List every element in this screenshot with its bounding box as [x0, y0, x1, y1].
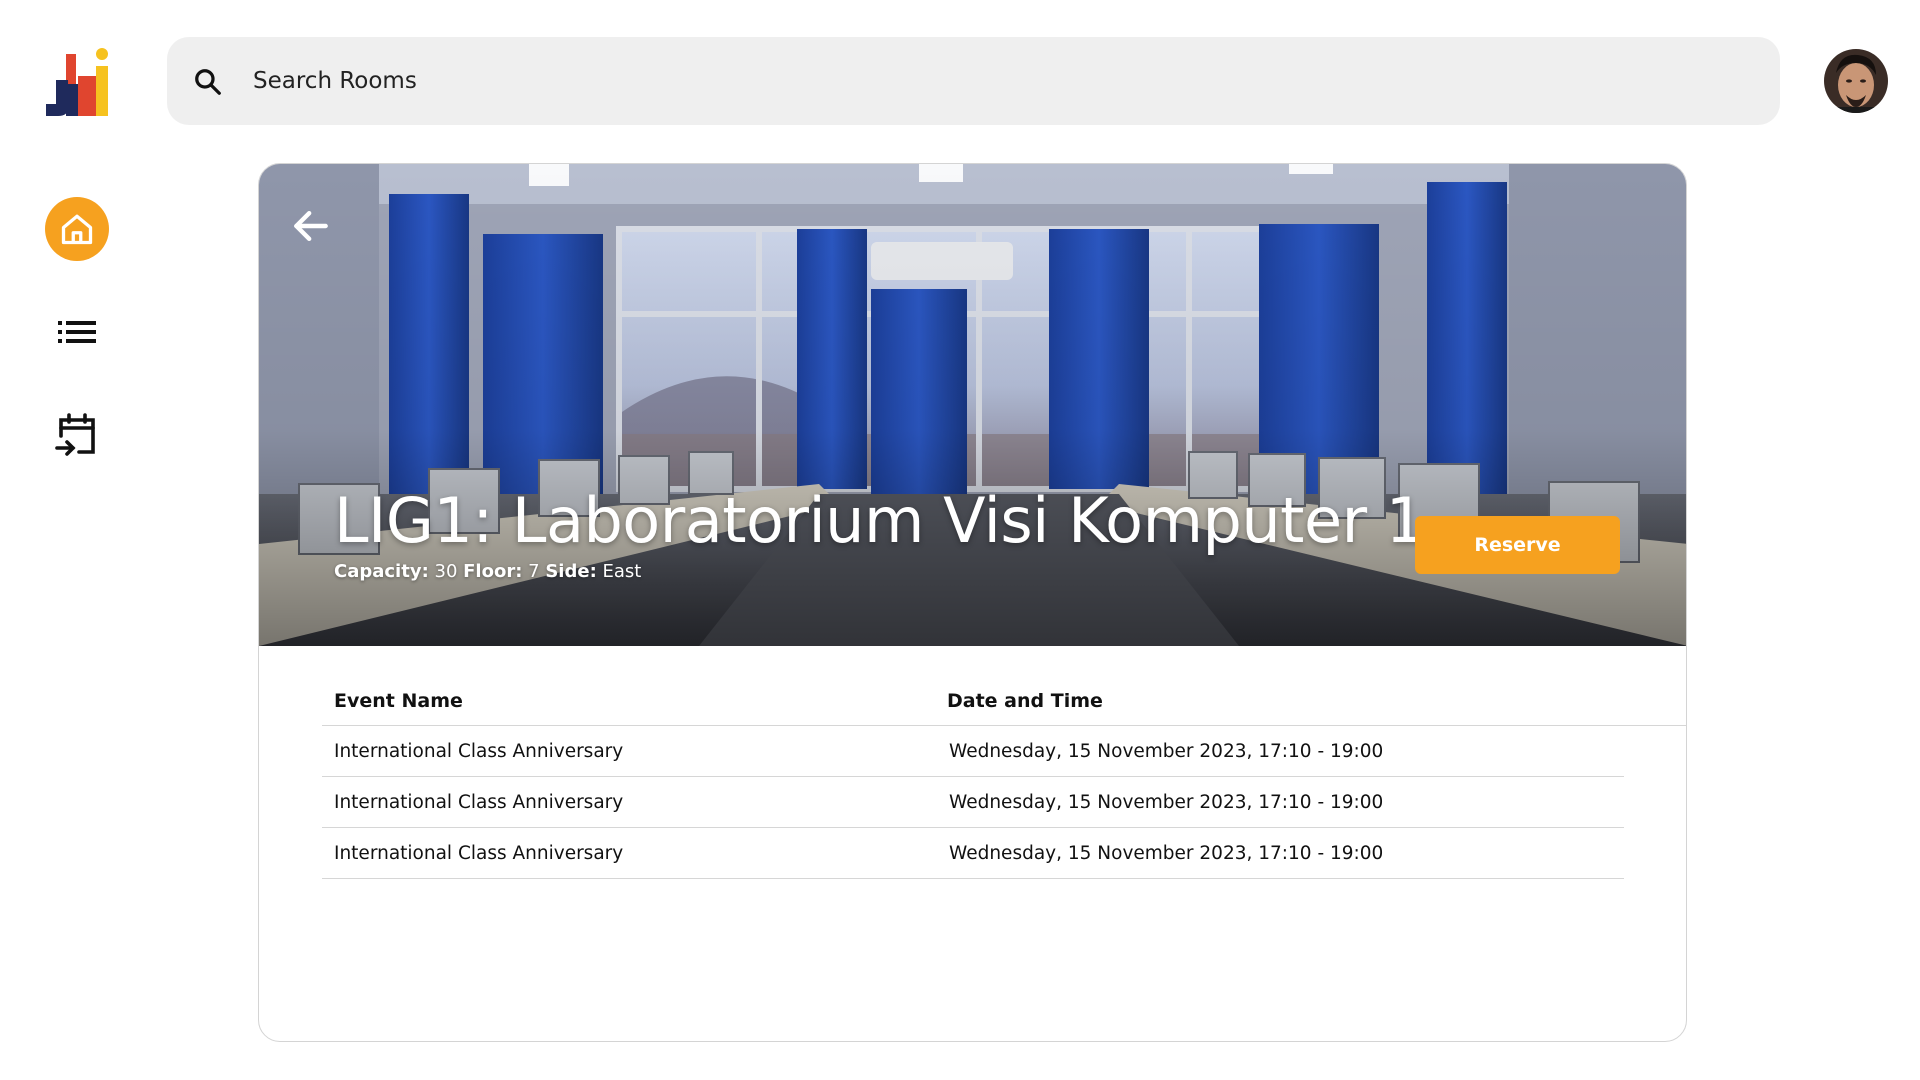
back-arrow-icon[interactable] — [289, 204, 333, 248]
home-icon — [61, 214, 93, 245]
table-row[interactable]: International Class Anniversary Wednesda… — [322, 777, 1624, 828]
avatar[interactable] — [1824, 49, 1888, 113]
capacity-label: Capacity: — [334, 561, 429, 582]
event-date-cell: Wednesday, 15 November 2023, 17:10 - 19:… — [949, 842, 1384, 864]
event-date-cell: Wednesday, 15 November 2023, 17:10 - 19:… — [949, 740, 1384, 762]
column-header-event-name: Event Name — [334, 689, 463, 712]
floor-label: Floor: — [463, 561, 523, 582]
event-name-cell: International Class Anniversary — [334, 740, 624, 762]
event-name-cell: International Class Anniversary — [334, 791, 624, 813]
side-value: East — [602, 561, 642, 582]
list-icon — [58, 321, 96, 343]
floor-value: 7 — [528, 561, 540, 582]
app-logo[interactable] — [44, 48, 110, 116]
events-table: Event Name Date and Time International C… — [322, 676, 1686, 879]
side-label: Side: — [545, 561, 597, 582]
events-table-header: Event Name Date and Time — [322, 676, 1686, 726]
room-title: LIG1: Laboratorium Visi Komputer 1 — [334, 484, 1425, 557]
column-header-date-time: Date and Time — [947, 689, 1103, 712]
nav-reservations-button[interactable] — [50, 408, 104, 462]
room-meta: Capacity: 30 Floor: 7 Side: East — [334, 561, 641, 582]
search-icon[interactable] — [193, 67, 223, 97]
event-name-cell: International Class Anniversary — [334, 842, 624, 864]
room-detail-card: LIG1: Laboratorium Visi Komputer 1 Capac… — [258, 163, 1687, 1042]
nav-home-button[interactable] — [45, 197, 109, 261]
search-bar[interactable] — [167, 37, 1780, 125]
capacity-value: 30 — [434, 561, 458, 582]
reserve-button[interactable]: Reserve — [1415, 516, 1620, 574]
table-row[interactable]: International Class Anniversary Wednesda… — [322, 726, 1624, 777]
nav-list-button[interactable] — [52, 312, 102, 352]
event-date-cell: Wednesday, 15 November 2023, 17:10 - 19:… — [949, 791, 1384, 813]
search-input[interactable] — [253, 57, 1653, 105]
table-row[interactable]: International Class Anniversary Wednesda… — [322, 828, 1624, 879]
room-hero-image: LIG1: Laboratorium Visi Komputer 1 Capac… — [259, 164, 1686, 646]
calendar-import-icon — [55, 413, 95, 456]
